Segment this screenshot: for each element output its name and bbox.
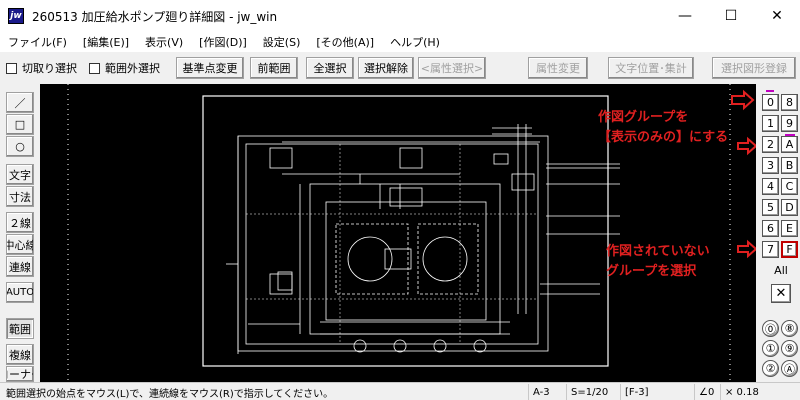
corner-tool-button[interactable]: コーナー [6, 366, 34, 382]
menu-view[interactable]: 表示(V) [137, 34, 191, 50]
menu-edit[interactable]: [編集(E)] [75, 34, 137, 50]
paper-size[interactable]: A-3 [528, 384, 566, 400]
layer-group-a[interactable]: A [781, 136, 798, 153]
cut-select-checkbox[interactable]: 切取り選択 [6, 60, 77, 76]
layer-8-button[interactable]: ⑧ [781, 320, 798, 337]
layer-group-4[interactable]: 4 [762, 178, 779, 195]
select-all-button[interactable]: 全選択 [306, 57, 354, 79]
layer-group-0[interactable]: 0 [762, 94, 779, 111]
layer-group-7[interactable]: 7 [762, 241, 779, 258]
menu-draw[interactable]: [作図(D)] [191, 34, 255, 50]
layer-9-button[interactable]: ⑨ [781, 340, 798, 357]
close-icon[interactable]: ✕ [771, 284, 791, 303]
window-title: 260513 加圧給水ポンプ廻り詳細図 - jw_win [32, 9, 278, 24]
continuous-line-tool-button[interactable]: 連線 [6, 256, 34, 277]
text-position-button[interactable]: 文字位置･集計 [608, 57, 694, 79]
line-tool-button[interactable]: ／ [6, 92, 34, 113]
register-figure-button[interactable]: 選択図形登録 [712, 57, 796, 79]
left-toolbar: ／ □ ○ 文字 寸法 ２線 中心線 連線 AUTO 範囲 複線 コーナー [0, 84, 40, 382]
angle-readout[interactable]: ∠0 [694, 384, 720, 400]
layer-group-bar: 0 8 1 9 2 A 3 B 4 C 5 D 6 E 7 F All ✕ ⓪ … [756, 84, 800, 382]
dimension-tool-button[interactable]: 寸法 [6, 186, 34, 207]
layer-2-button[interactable]: ② [762, 360, 779, 377]
copy-line-tool-button[interactable]: 複線 [6, 344, 34, 365]
menu-bar: ファイル(F) [編集(E)] 表示(V) [作図(D)] 設定(S) [その他… [0, 32, 800, 52]
double-line-tool-button[interactable]: ２線 [6, 212, 34, 233]
title-bar: jw 260513 加圧給水ポンプ廻り詳細図 - jw_win — ☐ ✕ [0, 0, 800, 32]
minimize-button[interactable]: — [662, 0, 708, 32]
menu-file[interactable]: ファイル(F) [0, 34, 75, 50]
maximize-button[interactable]: ☐ [708, 0, 754, 32]
prev-range-button[interactable]: 前範囲 [250, 57, 298, 79]
layer-1-button[interactable]: ① [762, 340, 779, 357]
arrow-icon [731, 89, 755, 111]
menu-settings[interactable]: 設定(S) [255, 34, 309, 50]
outside-select-checkbox[interactable]: 範囲外選択 [89, 60, 160, 76]
cut-select-label: 切取り選択 [22, 62, 77, 75]
rect-tool-button[interactable]: □ [6, 114, 34, 135]
layer-group-3[interactable]: 3 [762, 157, 779, 174]
status-message: 範囲選択の始点をマウス(L)で、連続線をマウス(R)で指示してください。 [6, 389, 334, 400]
range-tool-button[interactable]: 範囲 [6, 318, 34, 339]
display-only-marker [766, 90, 774, 92]
scale-readout[interactable]: S=1/20 [566, 384, 616, 400]
checkbox-icon [6, 62, 17, 74]
layer-group-c[interactable]: C [781, 178, 798, 195]
layer-group-f[interactable]: F [781, 241, 798, 258]
menu-other[interactable]: [その他(A)] [308, 34, 382, 50]
layer-0-button[interactable]: ⓪ [762, 320, 779, 337]
status-bar: 範囲選択の始点をマウス(L)で、連続線をマウス(R)で指示してください。 A-3… [0, 382, 800, 400]
checkbox-icon [89, 62, 100, 74]
annotation-arrows [731, 89, 756, 259]
layer-group-1[interactable]: 1 [762, 115, 779, 132]
center-line-tool-button[interactable]: 中心線 [6, 234, 34, 255]
basepoint-change-button[interactable]: 基準点変更 [176, 57, 244, 79]
menu-help[interactable]: ヘルプ(H) [382, 34, 448, 50]
layer-group-9[interactable]: 9 [781, 115, 798, 132]
text-tool-button[interactable]: 文字 [6, 164, 34, 185]
circle-tool-button[interactable]: ○ [6, 136, 34, 157]
layer-group-5[interactable]: 5 [762, 199, 779, 216]
close-button[interactable]: ✕ [754, 0, 800, 32]
all-groups-button[interactable]: All [768, 262, 794, 279]
attr-select-button[interactable]: <属性選択> [418, 57, 486, 79]
app-icon: jw [8, 8, 24, 24]
layer-a-button[interactable]: Ⓐ [781, 360, 798, 377]
layer-group-e[interactable]: E [781, 220, 798, 237]
layer-group-8[interactable]: 8 [781, 94, 798, 111]
arrow-icon [737, 239, 756, 259]
auto-mode-button[interactable]: AUTO [6, 282, 34, 303]
layer-readout[interactable]: [F-3] [620, 384, 690, 400]
outside-select-label: 範囲外選択 [105, 62, 160, 75]
drawing-canvas[interactable]: 作図グループを 【表示のみの】にする 作図されていない グループを選択 [40, 84, 756, 382]
attr-change-button[interactable]: 属性変更 [528, 57, 588, 79]
layer-group-b[interactable]: B [781, 157, 798, 174]
zoom-factor[interactable]: × 0.18 [720, 384, 798, 400]
deselect-button[interactable]: 選択解除 [358, 57, 414, 79]
layer-group-d[interactable]: D [781, 199, 798, 216]
layer-group-6[interactable]: 6 [762, 220, 779, 237]
arrow-icon [737, 136, 756, 156]
layer-group-2[interactable]: 2 [762, 136, 779, 153]
